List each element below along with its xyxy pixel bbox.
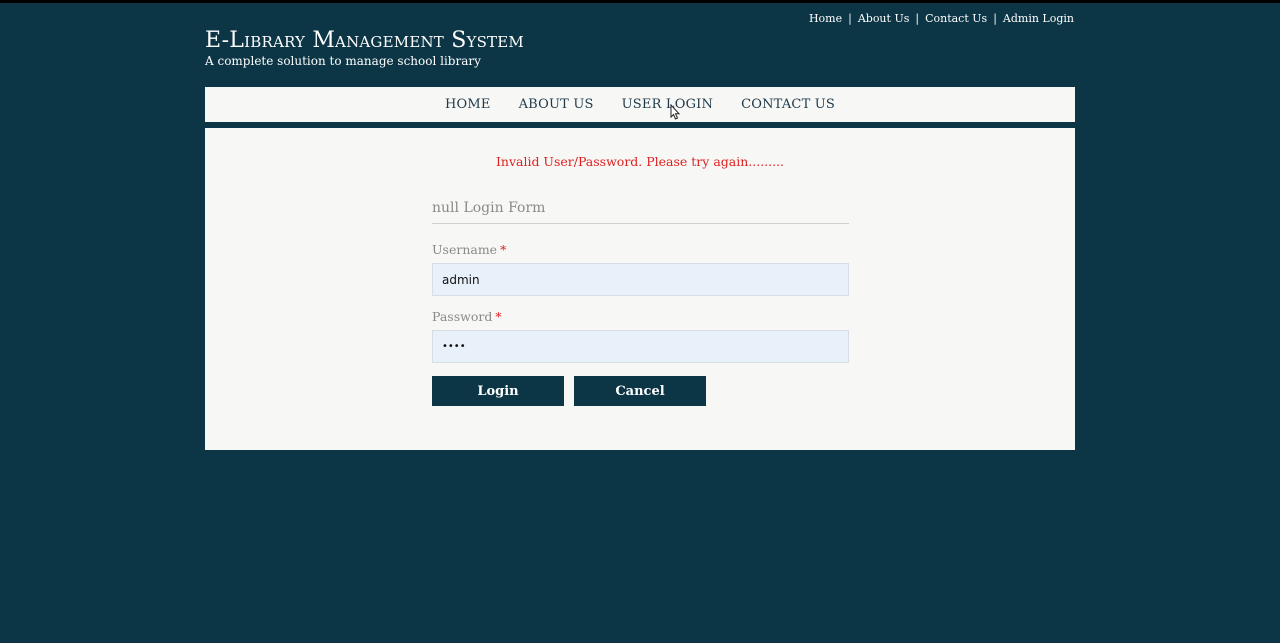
top-link-separator: | (848, 12, 852, 25)
top-border (0, 0, 1280, 3)
login-button[interactable]: Login (432, 376, 564, 406)
form-buttons: Login Cancel (432, 376, 849, 406)
nav-item-home[interactable]: HOME (445, 97, 491, 112)
top-links: Home | About Us | Contact Us | Admin Log… (809, 12, 1074, 25)
form-title: null Login Form (432, 200, 849, 224)
site-title: E-Library Management System (205, 28, 524, 53)
password-value: •••• (442, 341, 466, 352)
nav-item-contact-us[interactable]: CONTACT US (741, 97, 835, 112)
password-label: Password * (432, 309, 849, 324)
top-link-separator: | (915, 12, 920, 25)
brand: E-Library Management System A complete s… (205, 28, 524, 69)
content-panel: Invalid User/Password. Please try again.… (205, 128, 1075, 450)
username-input[interactable]: admin (432, 263, 849, 296)
main-nav: HOME ABOUT US USER LOGIN CONTACT US (205, 87, 1075, 126)
nav-item-about-us[interactable]: ABOUT US (519, 97, 594, 112)
error-message: Invalid User/Password. Please try again.… (495, 154, 785, 169)
cancel-button[interactable]: Cancel (574, 376, 706, 406)
top-link-separator: | (993, 12, 997, 25)
password-label-text: Password (432, 309, 493, 324)
login-form: null Login Form Username * admin Password… (432, 200, 849, 406)
required-mark: * (495, 309, 502, 324)
top-link-home[interactable]: Home (809, 12, 842, 25)
site-tagline: A complete solution to manage school lib… (205, 54, 481, 68)
top-link-contact[interactable]: Contact Us (925, 12, 987, 25)
required-mark: * (500, 242, 507, 257)
top-link-admin-login[interactable]: Admin Login (1003, 12, 1074, 25)
username-value: admin (442, 272, 480, 287)
top-link-about[interactable]: About Us (858, 12, 910, 25)
username-label-text: Username (432, 242, 498, 257)
username-label: Username * (432, 242, 849, 257)
password-input[interactable]: •••• (432, 330, 849, 363)
mouse-pointer-icon (670, 104, 681, 120)
